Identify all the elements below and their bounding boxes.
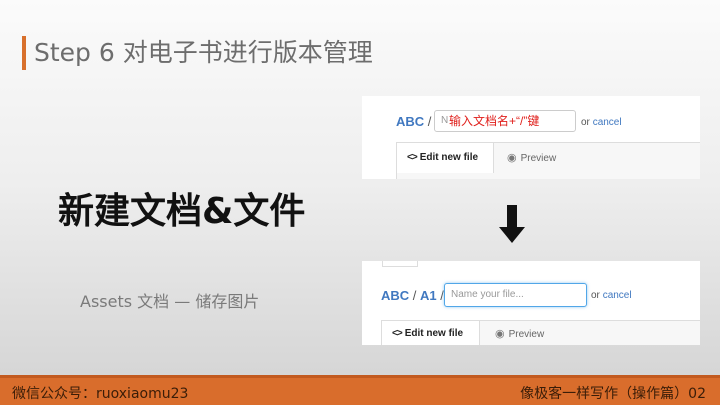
new-file-screenshot-top: ABC / N 输入文档名+“/”键 or cancel <> Edit new … (362, 96, 700, 179)
slide-title: Step 6 对电子书进行版本管理 (34, 38, 373, 67)
filename-input[interactable]: Name your file... (444, 283, 587, 307)
breadcrumb: ABC / (396, 114, 431, 129)
cancel-link[interactable]: cancel (593, 117, 622, 128)
subtitle: Assets 文档 — 储存图片 (80, 292, 260, 311)
folder-link[interactable]: A1 (420, 288, 437, 303)
tab-preview-label: Preview (508, 329, 545, 340)
or-text: or (591, 290, 600, 301)
annotation-note: 输入文档名+“/”键 (449, 114, 540, 128)
footer-series-title: 像极客一样写作（操作篇）02 (520, 386, 706, 402)
title-accent-bar (22, 36, 26, 70)
path-separator: / (412, 288, 417, 303)
or-cancel: or cancel (581, 117, 622, 128)
editor-tabs: <> Edit new file ◉ Preview (381, 320, 700, 345)
filename-input[interactable]: N 输入文档名+“/”键 (434, 110, 576, 132)
code-icon: <> (407, 152, 418, 163)
tab-preview[interactable]: ◉ Preview (485, 321, 554, 345)
breadcrumb: ABC / A1 / (381, 288, 444, 303)
filename-placeholder: Name your file... (451, 289, 524, 300)
filename-placeholder: N (441, 115, 449, 126)
footer-wechat: 微信公众号：ruoxiaomu23 (12, 386, 189, 402)
tab-preview-label: Preview (520, 153, 557, 164)
or-cancel: or cancel (591, 290, 632, 301)
new-file-screenshot-bottom: ABC / A1 / Name your file... or cancel <… (362, 261, 700, 345)
tab-edit-label: Edit new file (419, 152, 479, 163)
tab-fragment (382, 261, 418, 267)
eye-icon: ◉ (495, 328, 505, 340)
footer-bar: 微信公众号：ruoxiaomu23 像极客一样写作（操作篇）02 (0, 375, 720, 405)
eye-icon: ◉ (507, 152, 517, 164)
tab-edit-new-file[interactable]: <> Edit new file (397, 143, 494, 173)
tab-edit-label: Edit new file (404, 328, 464, 339)
repo-link[interactable]: ABC (396, 114, 424, 129)
tab-preview[interactable]: ◉ Preview (497, 143, 566, 173)
down-arrow-icon (499, 205, 525, 243)
or-text: or (581, 117, 590, 128)
tab-edit-new-file[interactable]: <> Edit new file (382, 321, 480, 345)
editor-tabs: <> Edit new file ◉ Preview (396, 142, 700, 179)
main-heading: 新建文档&文件 (58, 191, 306, 232)
repo-link[interactable]: ABC (381, 288, 409, 303)
code-icon: <> (392, 328, 403, 339)
path-separator: / (427, 114, 432, 129)
cancel-link[interactable]: cancel (603, 290, 632, 301)
